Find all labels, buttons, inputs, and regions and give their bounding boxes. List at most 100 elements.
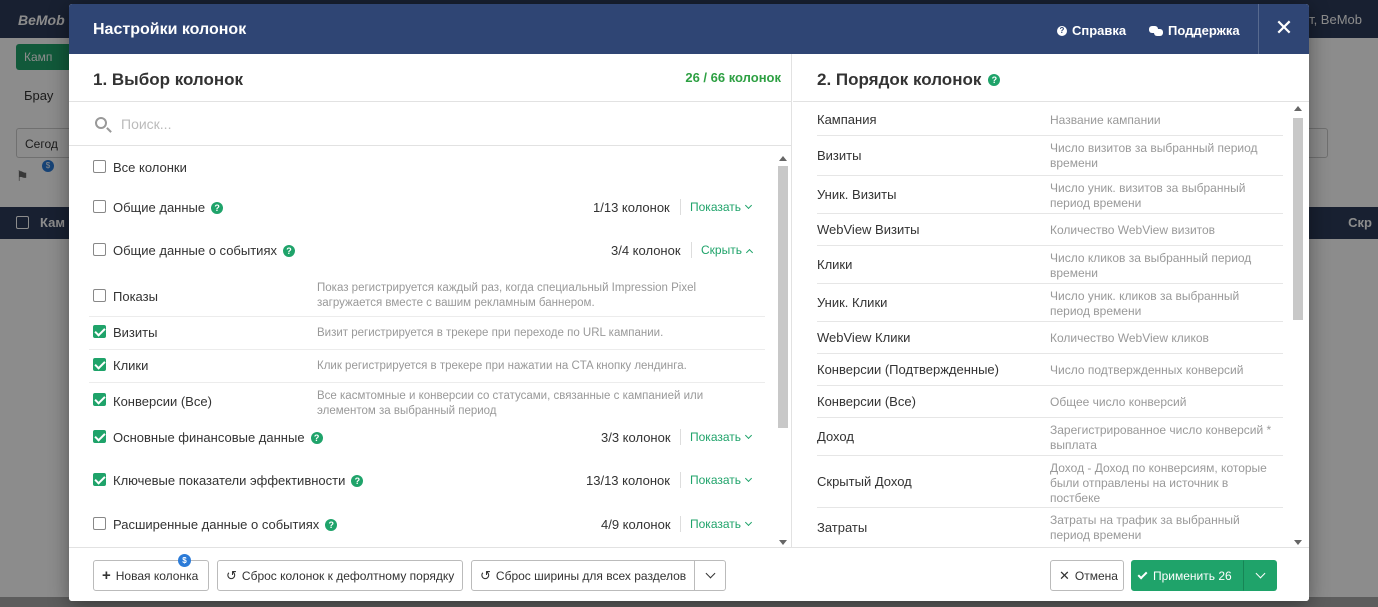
checkbox[interactable] xyxy=(93,430,106,443)
modal-footer: + Новая колонка $ ↺ Сброс колонок к дефо… xyxy=(69,547,1309,601)
divider xyxy=(680,429,681,445)
search-bar xyxy=(69,102,792,146)
checkbox[interactable] xyxy=(93,393,106,406)
order-row[interactable]: Доход Зарегистрированное число конверсий … xyxy=(793,418,1283,456)
checkbox[interactable] xyxy=(93,160,106,173)
group-label: Расширенные данные о событиях? xyxy=(113,517,338,532)
scroll-up-icon[interactable] xyxy=(779,156,787,161)
group-toggle-hide[interactable]: Скрыть xyxy=(701,243,754,257)
divider xyxy=(793,101,1309,102)
reset-width-label: Сброс ширины для всех разделов xyxy=(495,568,687,583)
group-toggle-show[interactable]: Показать xyxy=(690,473,753,487)
list-item-clicks[interactable]: Клики Клик регистрируется в трекере при … xyxy=(69,350,774,383)
column-order-scrollbar[interactable] xyxy=(1291,104,1305,547)
checkbox[interactable] xyxy=(93,358,106,371)
list-item-impressions[interactable]: Показы Показ регистрируется каждый раз, … xyxy=(69,275,774,317)
group-toggle-show[interactable]: Показать xyxy=(690,517,753,531)
cancel-button[interactable]: ✕ Отмена xyxy=(1050,560,1124,591)
check-icon xyxy=(1137,569,1148,579)
order-row-description: Число уник. кликов за выбранный период в… xyxy=(1050,289,1240,318)
scroll-up-icon[interactable] xyxy=(1294,106,1302,111)
checkbox[interactable] xyxy=(93,325,106,338)
order-row-name: Затраты xyxy=(817,520,868,535)
group-count: 3/3 колонок xyxy=(601,430,671,445)
question-icon[interactable]: ? xyxy=(310,431,323,444)
group-event-data[interactable]: Общие данные о событиях? 3/4 колонок Скр… xyxy=(69,238,774,264)
dollar-badge-icon: $ xyxy=(178,554,191,567)
chevron-up-icon xyxy=(745,248,754,257)
chevron-down-icon xyxy=(744,518,753,527)
column-order-title: 2. Порядок колонок? xyxy=(817,70,1001,90)
order-row[interactable]: Конверсии (Все) Общее число конверсий xyxy=(793,386,1283,418)
checkbox[interactable] xyxy=(93,243,106,256)
list-item-all-columns[interactable]: Все колонки xyxy=(69,155,774,181)
column-order-list: Кампания Название кампании Визиты Число виз… xyxy=(793,104,1283,547)
order-row-description: Доход - Доход по конверсиям, которые был… xyxy=(1050,461,1267,505)
help-link[interactable]: ? Справка xyxy=(1057,23,1126,38)
order-row[interactable]: WebView Визиты Количество WebView визитов xyxy=(793,214,1283,246)
order-row[interactable]: Конверсии (Подтвержденные) Число подтверж… xyxy=(793,354,1283,386)
order-row-description: Число визитов за выбранный период времен… xyxy=(1050,141,1258,170)
question-icon[interactable]: ? xyxy=(211,201,224,214)
group-extended-event-data[interactable]: Расширенные данные о событиях? 4/9 колон… xyxy=(69,512,774,538)
order-row-name: WebView Визиты xyxy=(817,222,920,237)
reset-width-dropdown-button[interactable] xyxy=(694,560,726,591)
checkbox[interactable] xyxy=(93,473,106,486)
group-label: Основные финансовые данные? xyxy=(113,430,323,445)
question-icon[interactable]: ? xyxy=(325,518,338,531)
order-row[interactable]: WebView Клики Количество WebView кликов xyxy=(793,322,1283,354)
group-toggle-show[interactable]: Показать xyxy=(690,430,753,444)
checkbox[interactable] xyxy=(93,289,106,302)
order-row-name: Клики xyxy=(817,257,853,272)
apply-dropdown-button[interactable] xyxy=(1243,560,1277,591)
reset-columns-button[interactable]: ↺ Сброс колонок к дефолтному порядку xyxy=(217,560,463,591)
column-list-scrollbar[interactable] xyxy=(776,154,790,547)
scrollbar-thumb[interactable] xyxy=(1293,118,1303,320)
checkbox[interactable] xyxy=(93,200,106,213)
order-row-name: WebView Клики xyxy=(817,330,911,345)
close-icon: ✕ xyxy=(1059,568,1070,583)
order-row[interactable]: Клики Число кликов за выбранный период вр… xyxy=(793,246,1283,284)
close-button[interactable]: ✕ xyxy=(1272,16,1296,40)
scrollbar-thumb[interactable] xyxy=(778,166,788,428)
support-link[interactable]: Поддержка xyxy=(1149,23,1240,38)
reset-width-button[interactable]: ↺ Сброс ширины для всех разделов xyxy=(471,560,695,591)
order-row-name: Конверсии (Все) xyxy=(817,394,916,409)
group-financial-data[interactable]: Основные финансовые данные? 3/3 колонок … xyxy=(69,425,774,451)
item-description: Показ регистрируется каждый раз, когда с… xyxy=(317,282,697,309)
scroll-down-icon[interactable] xyxy=(1294,540,1302,545)
new-column-label: Новая колонка xyxy=(115,568,199,583)
order-row[interactable]: Визиты Число визитов за выбранный период … xyxy=(793,136,1283,176)
group-toggle-show[interactable]: Показать xyxy=(690,200,753,214)
order-row[interactable]: Затраты Затраты на трафик за выбранный пе… xyxy=(793,508,1283,547)
group-kpi[interactable]: Ключевые показатели эффективности? 13/13… xyxy=(69,468,774,494)
search-input[interactable] xyxy=(121,113,721,135)
order-row-name: Кампания xyxy=(817,112,877,127)
list-item-conversions-all[interactable]: Конверсии (Все) Все касмтомные и конверс… xyxy=(69,383,774,425)
question-icon[interactable]: ? xyxy=(282,244,295,257)
checkbox[interactable] xyxy=(93,517,106,530)
reset-columns-label: Сброс колонок к дефолтному порядку xyxy=(241,568,455,583)
question-icon: ? xyxy=(1057,25,1067,36)
order-row[interactable]: Кампания Название кампании xyxy=(793,104,1283,136)
group-label: Ключевые показатели эффективности? xyxy=(113,473,364,488)
chevron-down-icon xyxy=(744,201,753,210)
order-row[interactable]: Уник. Клики Число уник. кликов за выбранн… xyxy=(793,284,1283,322)
cancel-label: Отмена xyxy=(1074,568,1118,583)
apply-button[interactable]: Применить 26 xyxy=(1131,560,1244,591)
question-icon[interactable]: ? xyxy=(988,74,1001,86)
column-order-pane: 2. Порядок колонок? Кампания Название кам… xyxy=(793,54,1309,547)
order-row-description: Затраты на трафик за выбранный период вр… xyxy=(1050,513,1240,542)
group-general-data[interactable]: Общие данные? 1/13 колонок Показать xyxy=(69,195,774,221)
divider xyxy=(680,516,681,532)
new-column-button[interactable]: + Новая колонка xyxy=(93,560,209,591)
order-row-name: Доход xyxy=(817,429,854,444)
order-row[interactable]: Скрытый Доход Доход - Доход по конверсиям… xyxy=(793,456,1283,508)
scroll-down-icon[interactable] xyxy=(779,540,787,545)
question-icon[interactable]: ? xyxy=(351,474,364,487)
chevron-down-icon xyxy=(1255,568,1265,579)
order-row-name: Конверсии (Подтвержденные) xyxy=(817,362,999,377)
list-item-visits[interactable]: Визиты Визит регистрируется в трекере пр… xyxy=(69,317,774,350)
chevron-down-icon xyxy=(705,568,715,579)
order-row[interactable]: Уник. Визиты Число уник. визитов за выбра… xyxy=(793,176,1283,214)
